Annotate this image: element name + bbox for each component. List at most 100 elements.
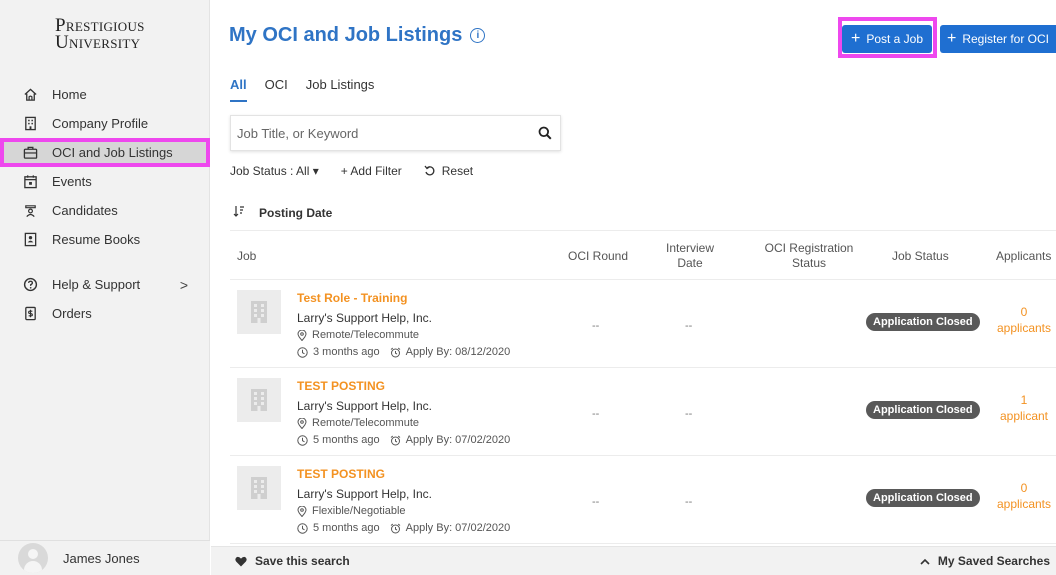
main-content: My OCI and Job Listings i + Post a Job +… [211, 0, 1056, 575]
register-oci-button[interactable]: + Register for OCI [940, 25, 1056, 53]
sidebar-item-help-support[interactable]: Help & Support > [0, 270, 210, 299]
sidebar-item-label: Events [52, 174, 92, 189]
status-badge: Application Closed [866, 313, 980, 331]
applicants-link[interactable]: 0 applicants [992, 480, 1056, 512]
save-search-button[interactable]: Save this search [235, 554, 350, 568]
sidebar-item-label: Company Profile [52, 116, 149, 131]
col-job-status[interactable]: Job Status [892, 249, 949, 264]
apply-by-date: Apply By: 07/02/2020 [405, 434, 511, 446]
location-pin-icon [297, 505, 307, 517]
sort-control[interactable]: Posting Date [233, 205, 332, 220]
col-job[interactable]: Job [237, 249, 256, 264]
alarm-icon [390, 347, 401, 358]
sidebar-item-orders[interactable]: Orders [0, 299, 210, 328]
location-pin-icon [297, 417, 307, 429]
register-oci-label: Register for OCI [962, 32, 1050, 46]
sidebar-nav: Home Company Profile OCI and Job Listing… [0, 80, 210, 328]
col-oci-round[interactable]: OCI Round [568, 249, 628, 264]
reset-label: Reset [441, 164, 474, 178]
oci-round-value: -- [592, 408, 600, 420]
post-job-button[interactable]: + Post a Job [842, 25, 932, 53]
briefcase-icon [22, 145, 38, 161]
job-title-link[interactable]: Test Role - Training [297, 291, 407, 305]
job-location-text: Remote/Telecommute [312, 417, 419, 429]
applicants-link[interactable]: 0 applicants [992, 304, 1056, 336]
sidebar-item-home[interactable]: Home [0, 80, 210, 109]
clock-icon [297, 434, 308, 446]
logo-line-2: University [55, 32, 141, 53]
sidebar-item-candidates[interactable]: Candidates [0, 196, 210, 225]
col-interview-date-line2: Date [677, 256, 703, 270]
table-row[interactable]: Test Role - Training Larry's Support Hel… [230, 280, 1056, 368]
col-oci-registration-line1: OCI Registration [764, 241, 854, 255]
search-box [230, 115, 561, 151]
sidebar-item-oci-job-listings[interactable]: OCI and Job Listings [0, 138, 210, 167]
post-job-label: Post a Job [866, 32, 924, 46]
col-applicants[interactable]: Applicants [996, 249, 1051, 264]
applicants-count: 1 [1020, 393, 1028, 407]
sort-icon [233, 205, 245, 220]
resume-book-icon [22, 232, 38, 248]
sidebar-item-label: Candidates [52, 203, 118, 218]
job-meta: 5 months ago Apply By: 07/02/2020 [297, 434, 510, 446]
candidates-icon [22, 203, 38, 219]
applicants-count: 0 [1020, 481, 1028, 495]
posted-ago: 5 months ago [313, 434, 380, 446]
col-oci-registration-status[interactable]: OCI Registration Status [754, 241, 864, 271]
company-logo-placeholder [237, 290, 281, 334]
job-meta: 5 months ago Apply By: 07/02/2020 [297, 522, 510, 534]
add-filter-button[interactable]: + Add Filter [341, 164, 402, 178]
posted-ago: 5 months ago [313, 522, 380, 534]
col-oci-registration-line2: Status [791, 256, 827, 270]
interview-date-value: -- [685, 320, 693, 332]
table-row[interactable]: TEST POSTING Larry's Support Help, Inc. … [230, 456, 1056, 544]
calendar-icon [22, 174, 38, 190]
job-table: Job OCI Round Interview Date OCI Registr… [230, 230, 1056, 544]
company-name: Larry's Support Help, Inc. [297, 399, 433, 413]
university-logo[interactable]: Prestigious University [55, 16, 145, 53]
sidebar-item-events[interactable]: Events [0, 167, 210, 196]
job-location: Flexible/Negotiable [297, 505, 406, 517]
reset-button[interactable]: Reset [424, 164, 495, 178]
job-status-filter[interactable]: Job Status : All ▾ [230, 164, 319, 178]
col-interview-date[interactable]: Interview Date [660, 241, 720, 271]
saved-searches-button[interactable]: My Saved Searches [920, 554, 1050, 568]
avatar [18, 543, 48, 573]
job-location: Remote/Telecommute [297, 329, 419, 341]
sidebar-item-company-profile[interactable]: Company Profile [0, 109, 210, 138]
heart-icon [235, 556, 247, 566]
apply-by-date: Apply By: 08/12/2020 [405, 346, 511, 358]
sidebar-item-label: Orders [52, 306, 92, 321]
sidebar-item-resume-books[interactable]: Resume Books [0, 225, 210, 254]
search-icon[interactable] [530, 126, 560, 140]
job-title-link[interactable]: TEST POSTING [297, 379, 385, 393]
page-title: My OCI and Job Listings i [229, 24, 486, 47]
home-icon [22, 87, 38, 103]
plus-icon: + [946, 30, 957, 47]
filter-bar: Job Status : All ▾ + Add Filter Reset [230, 164, 517, 178]
tab-job-listings[interactable]: Job Listings [306, 77, 375, 102]
tabs: All OCI Job Listings [230, 77, 392, 102]
company-logo-placeholder [237, 378, 281, 422]
oci-round-value: -- [592, 496, 600, 508]
chevron-up-icon [920, 558, 930, 565]
plus-icon: + [850, 30, 861, 47]
help-icon [22, 277, 38, 293]
search-input[interactable] [237, 125, 530, 141]
company-logo-placeholder [237, 466, 281, 510]
applicants-label: applicants [996, 497, 1052, 511]
user-profile[interactable]: James Jones [0, 540, 210, 575]
clock-icon [297, 522, 308, 534]
applicants-count: 0 [1020, 305, 1028, 319]
applicants-link[interactable]: 1 applicant [992, 392, 1056, 424]
tab-oci[interactable]: OCI [265, 77, 288, 102]
col-interview-date-line1: Interview [665, 241, 715, 255]
tab-all[interactable]: All [230, 77, 247, 102]
job-title-link[interactable]: TEST POSTING [297, 467, 385, 481]
reset-icon [424, 165, 435, 176]
info-icon[interactable]: i [470, 28, 486, 43]
apply-by-date: Apply By: 07/02/2020 [405, 522, 511, 534]
sidebar-item-label: Help & Support [52, 277, 141, 292]
alarm-icon [390, 523, 401, 534]
table-row[interactable]: TEST POSTING Larry's Support Help, Inc. … [230, 368, 1056, 456]
